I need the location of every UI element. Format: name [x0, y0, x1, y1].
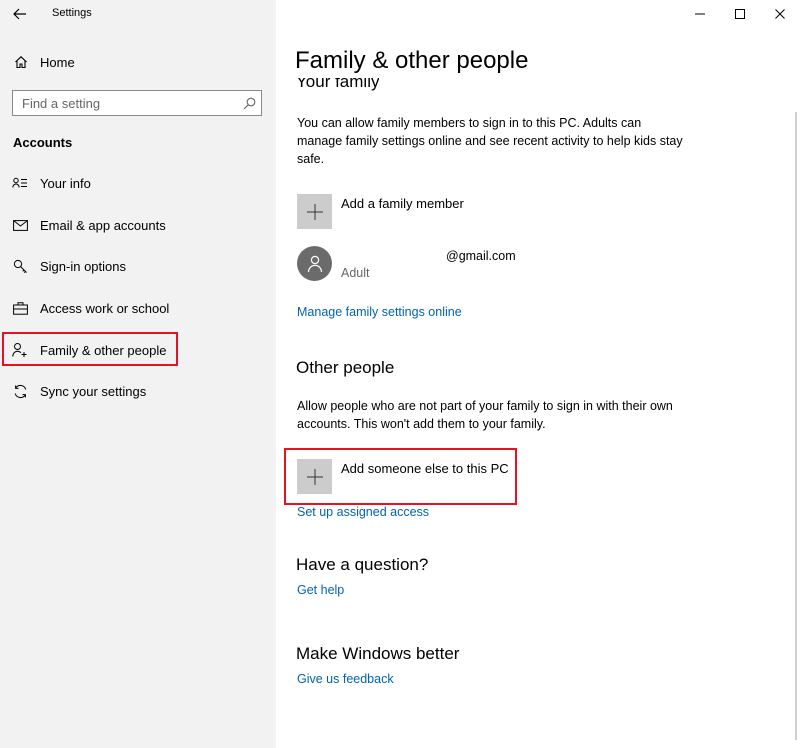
family-heading-text: Your family	[296, 78, 380, 91]
contact-card-icon	[12, 175, 28, 191]
main-content: Family & other people Your family You ca…	[276, 0, 800, 748]
get-help-link[interactable]: Get help	[297, 583, 344, 597]
sidebar-item-email[interactable]: Email & app accounts	[0, 208, 276, 242]
sync-icon	[12, 383, 28, 399]
sidebar-item-work-school[interactable]: Access work or school	[0, 291, 276, 325]
scrollbar[interactable]	[795, 112, 797, 740]
account-email: @gmail.com	[446, 249, 516, 263]
sidebar-item-label: Access work or school	[40, 300, 170, 316]
account-role: Adult	[341, 266, 370, 280]
home-icon	[13, 54, 29, 70]
family-heading: Your family	[296, 78, 379, 92]
page-title: Family & other people	[295, 47, 535, 75]
sidebar-item-label: Sync your settings	[40, 383, 147, 399]
briefcase-icon	[12, 300, 28, 316]
person-icon	[307, 255, 322, 272]
back-button[interactable]	[8, 2, 32, 26]
family-account-item[interactable]: @gmail.com Adult	[297, 246, 697, 286]
other-people-heading: Other people	[296, 358, 395, 377]
question-heading: Have a question?	[296, 555, 429, 574]
sidebar-item-home[interactable]: Home	[0, 48, 276, 76]
add-family-member-button[interactable]: Add a family member	[297, 194, 464, 229]
app-title: Settings	[52, 7, 92, 19]
home-label: Home	[40, 54, 75, 70]
assigned-access-link[interactable]: Set up assigned access	[297, 505, 429, 519]
avatar	[297, 246, 332, 281]
sidebar: Settings Home Accounts Your info Email	[0, 0, 276, 748]
add-family-member-label: Add a family member	[341, 196, 464, 211]
sidebar-item-label: Email & app accounts	[40, 217, 166, 233]
sidebar-item-label: Your info	[40, 175, 91, 191]
settings-window: Settings Home Accounts Your info Email	[0, 0, 800, 748]
feedback-link[interactable]: Give us feedback	[297, 672, 394, 686]
plus-icon	[297, 194, 332, 229]
sidebar-item-your-info[interactable]: Your info	[0, 166, 276, 200]
section-title-accounts: Accounts	[13, 135, 73, 150]
key-icon	[12, 258, 28, 274]
mail-icon	[12, 217, 28, 233]
sidebar-item-sign-in[interactable]: Sign-in options	[0, 249, 276, 283]
selection-highlight-box	[2, 332, 178, 366]
search-box[interactable]	[12, 90, 262, 116]
feedback-heading: Make Windows better	[296, 644, 460, 663]
search-input[interactable]	[13, 95, 237, 111]
family-description: You can allow family members to sign in …	[297, 116, 683, 166]
manage-family-link[interactable]: Manage family settings online	[297, 305, 462, 319]
sidebar-item-sync[interactable]: Sync your settings	[0, 374, 276, 408]
back-arrow-icon	[13, 8, 26, 20]
search-icon[interactable]	[237, 91, 261, 115]
sidebar-item-label: Sign-in options	[40, 258, 126, 274]
add-someone-highlight-box	[284, 448, 517, 505]
other-people-description: Allow people who are not part of your fa…	[297, 399, 673, 431]
